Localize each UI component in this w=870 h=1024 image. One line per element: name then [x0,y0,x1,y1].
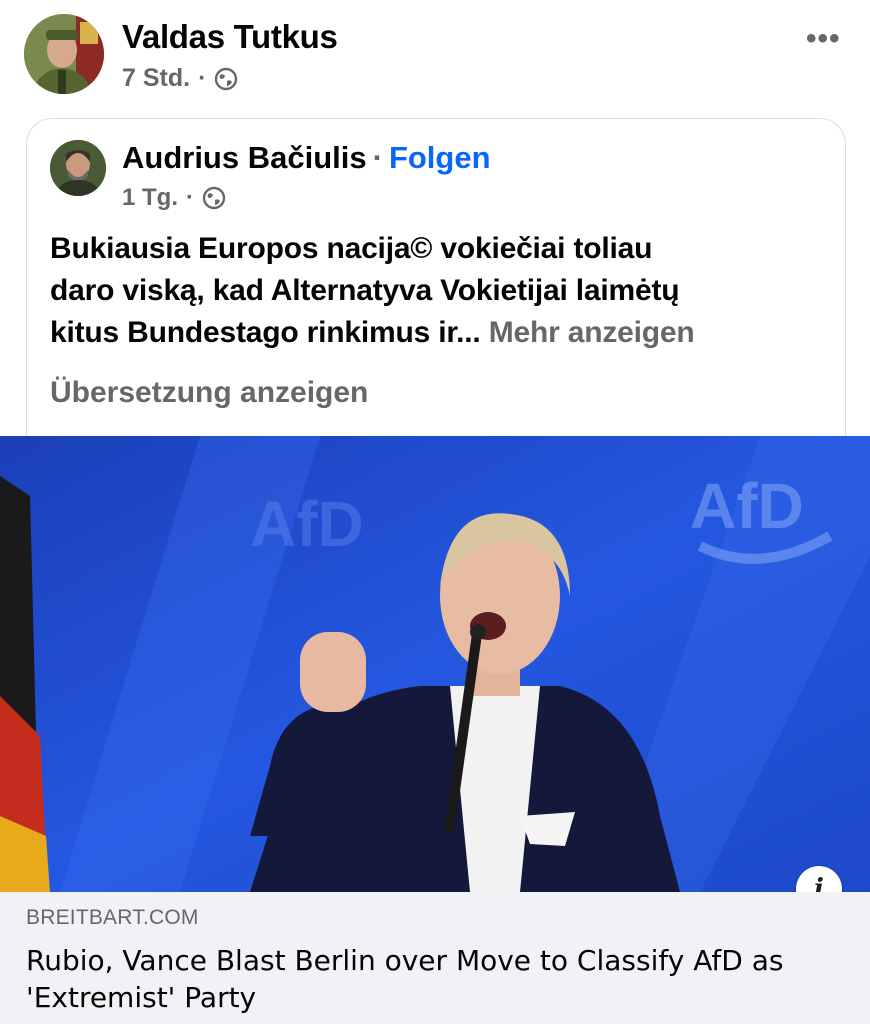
post-text-fragment: kitus Bundestago rinkimus ir... [50,316,481,349]
meta-separator: · [186,184,195,211]
headline-line: 'Extremist' Party [26,981,257,1014]
shared-post-time[interactable]: 1 Tg. [122,184,178,212]
header-separator: · [372,140,383,175]
author-avatar[interactable] [24,14,104,94]
logo-watermark: AfD [690,470,804,542]
headline-line: Rubio, Vance Blast Berlin over Move to C… [26,944,784,977]
see-more-link[interactable]: Mehr anzeigen [489,316,695,349]
post-meta: 7 Std. · [122,64,238,93]
post-text-line: daro viską, kad Alternatyva Vokietijai l… [50,274,680,307]
follow-button[interactable]: Folgen [389,140,491,175]
see-translation-link[interactable]: Übersetzung anzeigen [50,376,368,410]
shared-author-avatar[interactable] [50,140,106,196]
link-domain: BREITBART.COM [26,906,199,929]
shared-post-text: Bukiausia Europos nacija© vokiečiai toli… [50,228,840,354]
meta-separator: · [198,64,207,92]
post-text-line: kitus Bundestago rinkimus ir... Mehr anz… [50,312,840,354]
link-preview-image[interactable]: AfD AfD [0,436,870,892]
globe-icon [202,186,226,210]
author-name[interactable]: Valdas Tutkus [122,18,338,56]
link-headline[interactable]: Rubio, Vance Blast Berlin over Move to C… [26,942,846,1016]
logo-watermark: AfD [250,488,364,560]
more-options-icon[interactable]: ••• [806,22,841,56]
shared-post-meta: 1 Tg. · [122,184,226,212]
post-time[interactable]: 7 Std. [122,64,190,93]
shared-author-name[interactable]: Audrius Bačiulis [122,140,367,175]
post-text-line: Bukiausia Europos nacija© vokiečiai toli… [50,232,653,265]
globe-icon [214,67,238,91]
shared-post-header: Audrius Bačiulis · Folgen [122,140,491,176]
